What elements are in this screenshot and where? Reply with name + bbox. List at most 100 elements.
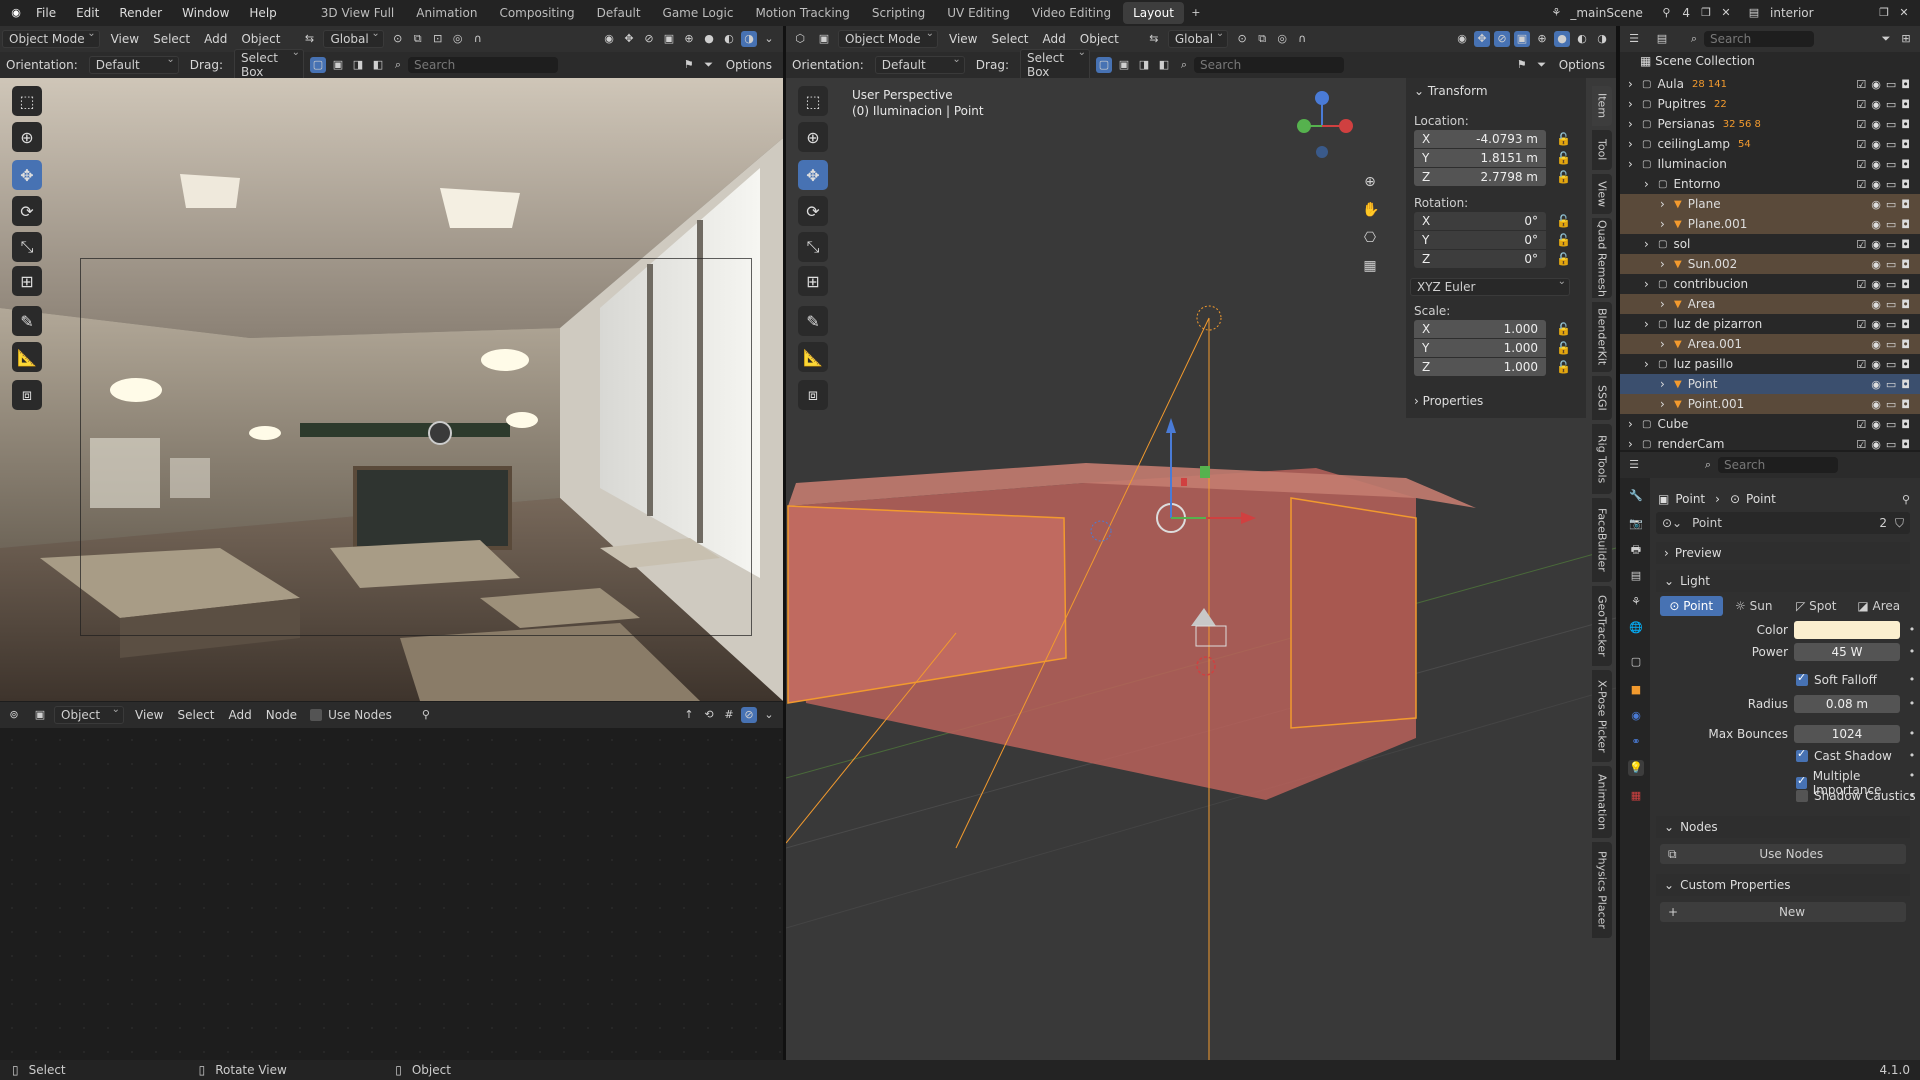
move-tool-icon[interactable]: ✥ — [12, 160, 42, 190]
xray-icon[interactable]: ▣ — [1514, 31, 1530, 47]
pin-icon[interactable]: ⚲ — [1898, 492, 1914, 508]
include-checkbox-icon[interactable]: ☑ — [1856, 278, 1866, 291]
rendered-shading-icon[interactable]: ◑ — [741, 31, 757, 47]
expand-arrow-icon[interactable]: › — [1628, 137, 1642, 151]
sidebar-tab-physics-placer[interactable]: Physics Placer — [1592, 842, 1612, 938]
workspace-tab[interactable]: Video Editing — [1022, 2, 1121, 24]
visibility-icon[interactable]: ◉ — [1454, 31, 1470, 47]
expand-arrow-icon[interactable]: › — [1660, 337, 1674, 351]
close-layer-icon[interactable]: ✕ — [1896, 5, 1912, 21]
lock-icon[interactable]: 🔓 — [1556, 151, 1571, 165]
camera-icon[interactable]: ◘ — [1901, 398, 1910, 411]
transform-orientation-icon[interactable]: ⇆ — [301, 31, 317, 47]
custom-properties-header[interactable]: ⌄ Custom Properties — [1656, 874, 1910, 896]
overlay-icon[interactable]: ⊘ — [1494, 31, 1510, 47]
display-mode-icon[interactable]: ▤ — [1654, 31, 1670, 47]
falloff-icon[interactable]: ∩ — [470, 31, 486, 47]
left-menu-select[interactable]: Select — [146, 32, 197, 46]
mode-icon[interactable]: ▣ — [816, 31, 832, 47]
camera-icon[interactable]: ◘ — [1901, 278, 1910, 291]
workspace-tab[interactable]: Compositing — [489, 2, 584, 24]
outliner-row[interactable]: › ▢ sol ☑ ◉ ▭ ◘ — [1620, 234, 1920, 254]
rendered-shading-icon[interactable]: ◑ — [1594, 31, 1610, 47]
datablock-selector[interactable]: ⊙⌄ Point 2 ⛉ — [1656, 512, 1910, 534]
camera-icon[interactable]: ◘ — [1901, 238, 1910, 251]
main-options-button[interactable]: Options — [1552, 58, 1612, 72]
outliner-row[interactable]: › ▼ Area ◉ ▭ ◘ — [1620, 294, 1920, 314]
select-mode-sub-icon[interactable]: ◨ — [350, 57, 366, 73]
fake-user-icon[interactable]: ⛉ — [1895, 516, 1904, 531]
outliner-row[interactable]: › ▢ Pupitres 22 ☑ ◉ ▭ ◘ — [1620, 94, 1920, 114]
sidebar-tab-geotracker[interactable]: GeoTracker — [1592, 586, 1612, 666]
zoom-icon[interactable]: ⊕ — [1362, 174, 1378, 190]
node-menu-view[interactable]: View — [128, 708, 170, 722]
monitor-icon[interactable]: ▭ — [1886, 78, 1896, 91]
left-orientation-dropdown[interactable]: Default — [88, 54, 179, 74]
soft-falloff-checkbox[interactable] — [1796, 671, 1808, 686]
add-cube-tool-icon[interactable]: ⧈ — [798, 380, 828, 410]
monitor-icon[interactable]: ▭ — [1886, 338, 1896, 351]
sidebar-tab-xpose-picker[interactable]: X-Pose Picker — [1592, 670, 1612, 762]
visibility-icon[interactable]: ◉ — [601, 31, 617, 47]
wireframe-shading-icon[interactable]: ⊕ — [681, 31, 697, 47]
main-drag-dropdown[interactable]: Select Box — [1019, 47, 1090, 81]
scale-y-field[interactable]: Y 1.000 — [1414, 339, 1546, 357]
snap-node-icon[interactable]: ⟲ — [701, 707, 717, 723]
left-transform-dropdown[interactable]: Global — [323, 28, 384, 48]
filter-icon[interactable]: ⏷ — [1878, 31, 1894, 47]
menu-file[interactable]: File — [26, 0, 66, 26]
eye-icon[interactable]: ◉ — [1871, 318, 1881, 331]
use-nodes-button[interactable]: ⧉ Use Nodes — [1660, 844, 1906, 864]
outliner-row[interactable]: › ▼ Point.001 ◉ ▭ ◘ — [1620, 394, 1920, 414]
main-menu-select[interactable]: Select — [984, 32, 1035, 46]
scene-tab-icon[interactable]: ⚘ — [1628, 594, 1644, 610]
include-checkbox-icon[interactable]: ☑ — [1856, 98, 1866, 111]
workspace-tab[interactable]: Game Logic — [653, 2, 744, 24]
add-workspace-icon[interactable]: + — [1188, 5, 1204, 21]
close-scene-icon[interactable]: ✕ — [1718, 5, 1734, 21]
left-render-viewport[interactable]: ⬚ ⊕ ✥ ⟳ ⤡ ⊞ ✎ 📐 ⧈ — [0, 78, 783, 701]
left-menu-object[interactable]: Object — [234, 32, 287, 46]
pivot-icon[interactable]: ⊙ — [1234, 31, 1250, 47]
eye-icon[interactable]: ◉ — [1871, 258, 1881, 271]
eye-icon[interactable]: ◉ — [1871, 418, 1881, 431]
snap-icon[interactable]: ⧉ — [410, 31, 426, 47]
view-layer-name[interactable]: interior — [1764, 6, 1874, 20]
camera-icon[interactable]: ◘ — [1901, 378, 1910, 391]
navigation-gizmo[interactable] — [1282, 86, 1362, 166]
lock-icon[interactable]: 🔓 — [1556, 360, 1571, 374]
shadow-caustics-row[interactable]: Shadow Caustics — [1796, 789, 1916, 803]
lock-icon[interactable]: 🔓 — [1556, 341, 1571, 355]
pan-hand-icon[interactable]: ✋ — [1362, 202, 1379, 218]
expand-arrow-icon[interactable]: › — [1628, 417, 1642, 431]
annotate-tool-icon[interactable]: ✎ — [12, 306, 42, 336]
main-3d-viewport[interactable]: User Perspective (0) Iluminacion | Point… — [786, 78, 1616, 1060]
light-panel-header[interactable]: ⌄ Light — [1656, 570, 1910, 592]
xray-icon[interactable]: ▣ — [661, 31, 677, 47]
sidebar-tab-rig-tools[interactable]: Rig Tools — [1592, 424, 1612, 494]
output-tab-icon[interactable]: 🖶 — [1628, 542, 1644, 558]
include-checkbox-icon[interactable]: ☑ — [1856, 358, 1866, 371]
grid-snap-icon[interactable]: # — [721, 707, 737, 723]
light-type-area[interactable]: ◪ Area — [1848, 596, 1911, 616]
expand-arrow-icon[interactable]: › — [1644, 237, 1658, 251]
workspace-tab[interactable]: Scripting — [862, 2, 935, 24]
camera-icon[interactable]: ◘ — [1901, 118, 1910, 131]
expand-arrow-icon[interactable]: › — [1628, 437, 1642, 450]
rotation-z-field[interactable]: Z 0° — [1414, 250, 1546, 268]
eye-icon[interactable]: ◉ — [1871, 98, 1881, 111]
transform-orientation-icon[interactable]: ⇆ — [1146, 31, 1162, 47]
sidebar-tab-facebuilder[interactable]: FaceBuilder — [1592, 498, 1612, 582]
rotation-y-field[interactable]: Y 0° — [1414, 231, 1546, 249]
tool-tab-icon[interactable]: 🔧 — [1628, 488, 1644, 504]
outliner-row[interactable]: › ▢ luz pasillo ☑ ◉ ▭ ◘ — [1620, 354, 1920, 374]
cursor-tool-icon[interactable]: ⊕ — [798, 122, 828, 152]
outliner-row[interactable]: › ▢ contribucion ☑ ◉ ▭ ◘ — [1620, 274, 1920, 294]
lock-icon[interactable]: 🔓 — [1556, 252, 1571, 266]
gizmo-icon[interactable]: ✥ — [621, 31, 637, 47]
ortho-toggle-icon[interactable]: ▦ — [1362, 258, 1378, 274]
monitor-icon[interactable]: ▭ — [1886, 298, 1896, 311]
left-menu-add[interactable]: Add — [197, 32, 234, 46]
monitor-icon[interactable]: ▭ — [1886, 378, 1896, 391]
node-menu-node[interactable]: Node — [259, 708, 304, 722]
